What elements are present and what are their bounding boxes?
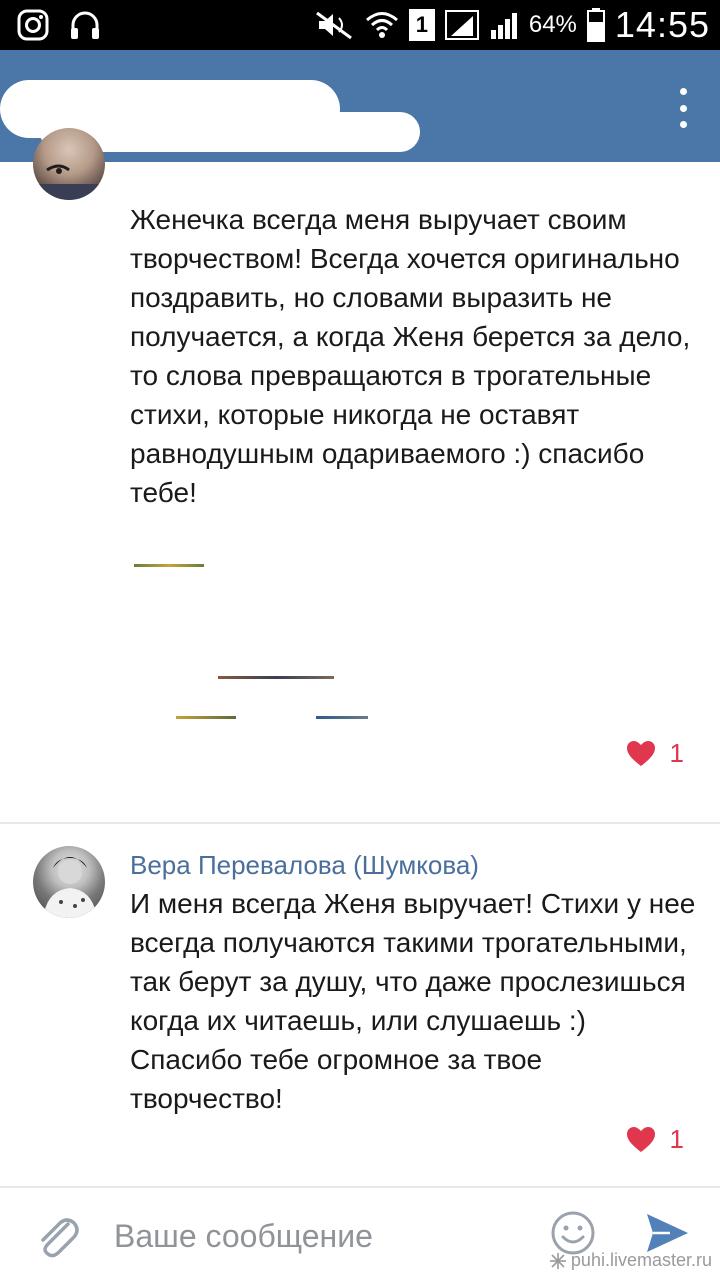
more-menu-button[interactable] [676,88,690,128]
comment-item: Вера Перевалова (Шумкова) И меня всегда … [0,824,720,1184]
avatar[interactable] [33,128,105,200]
instagram-icon [17,9,49,41]
sim-icon: 1 [408,9,435,41]
app-header [0,50,720,162]
watermark: puhi.livemaster.ru [549,1250,712,1271]
more-vertical-icon [679,88,687,95]
snowflake-icon [549,1252,566,1269]
heart-icon [626,741,655,766]
avatar[interactable] [33,846,105,918]
comment-item: Женечка всегда меня выручает своим творч… [0,128,720,822]
image-fragment [316,716,368,719]
paperclip-icon[interactable] [34,1210,80,1260]
message-composer: puhi.livemaster.ru [0,1186,720,1280]
clock: 14:55 [614,4,710,45]
heart-icon [626,1127,655,1152]
signal-icon [444,10,479,40]
image-fragment [218,676,334,679]
like-button[interactable]: 1 [626,1124,684,1155]
image-fragment [134,564,204,567]
mute-icon [315,11,352,40]
image-fragment [176,716,236,719]
battery-percent: 64% [528,11,577,38]
status-bar: 1 64% 14:55 [0,0,720,50]
like-count: 1 [669,1124,684,1154]
signal-icon [490,13,517,39]
comment-text: Женечка всегда меня выручает своим творч… [130,204,691,508]
message-input[interactable] [114,1214,514,1258]
headphones-icon [71,11,99,39]
like-count: 1 [669,738,684,768]
battery-icon [586,8,605,42]
comment-author[interactable]: Вера Перевалова (Шумкова) [130,850,479,881]
comment-text: И меня всегда Женя выручает! Стихи у нее… [130,888,696,1114]
wifi-icon [365,12,398,38]
watermark-text: puhi.livemaster.ru [570,1250,712,1270]
like-button[interactable]: 1 [626,738,684,769]
